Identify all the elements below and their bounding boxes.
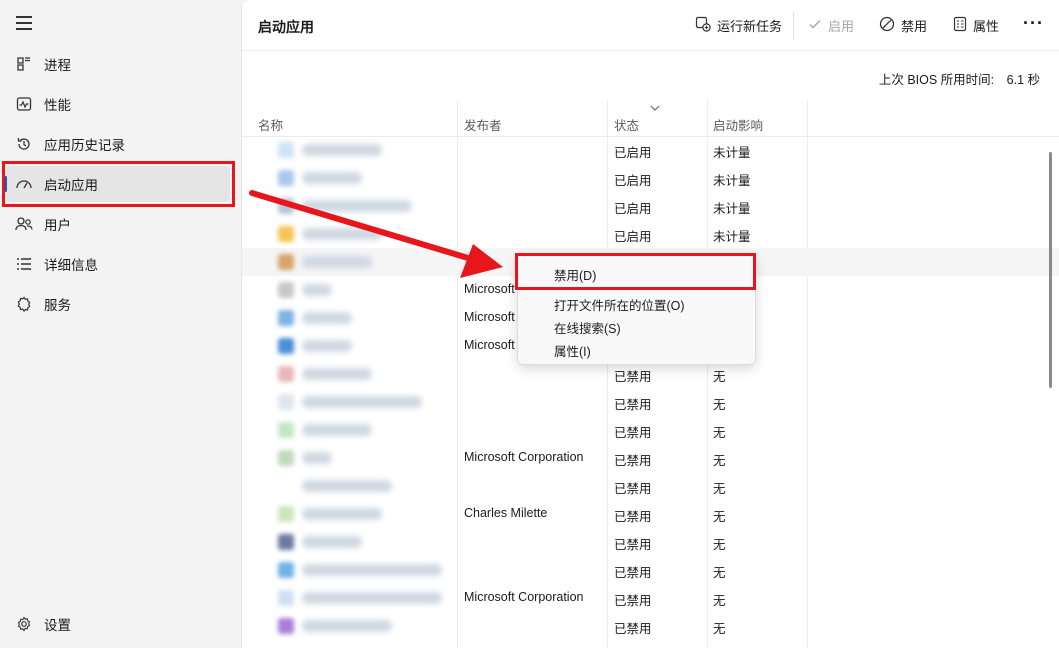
annotation-arrow [249,190,503,278]
